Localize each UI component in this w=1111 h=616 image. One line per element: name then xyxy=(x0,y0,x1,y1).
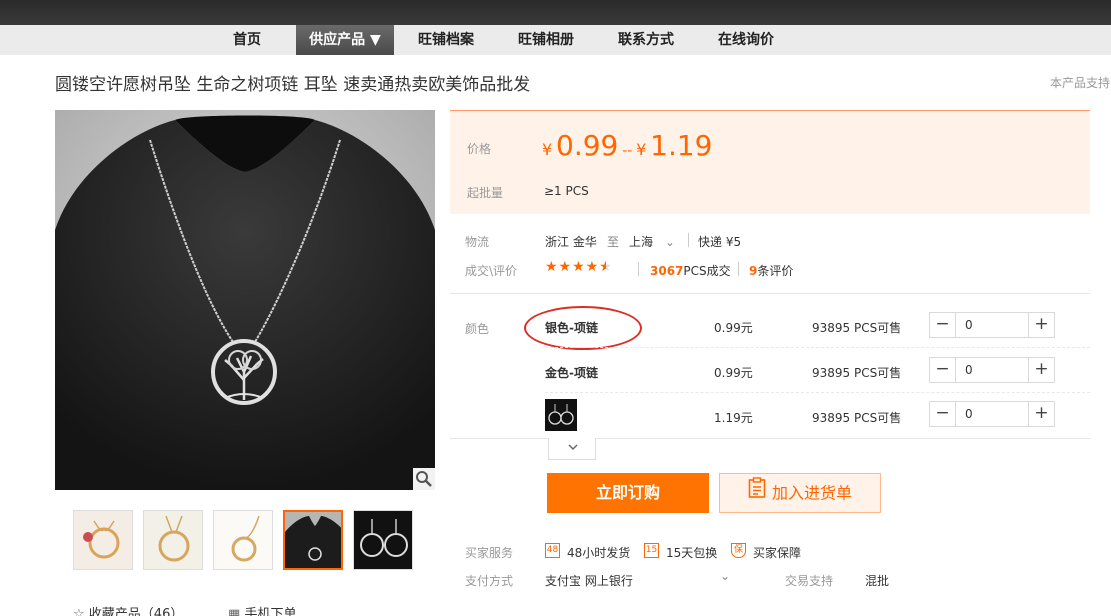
minus-button[interactable]: − xyxy=(930,358,956,382)
quantity-stepper: − + xyxy=(929,312,1055,338)
express-fee: 快递 ¥5 xyxy=(698,235,742,249)
thumbnail-2[interactable] xyxy=(143,510,203,570)
sold-count: 3067PCS成交 xyxy=(650,262,731,279)
add-to-cart-button[interactable]: 加入进货单 xyxy=(719,473,881,513)
nav-contact[interactable]: 联系方式 xyxy=(610,25,682,55)
chevron-down-icon xyxy=(568,444,578,451)
separator xyxy=(638,262,639,276)
chevron-down-icon: ⌄ xyxy=(664,235,675,249)
buy-now-button[interactable]: 立即订购 xyxy=(547,473,709,513)
service-protection[interactable]: 买家保障 xyxy=(753,544,801,561)
variant-image-earrings[interactable] xyxy=(545,399,577,431)
separator xyxy=(688,233,689,247)
qr-code-icon: ▦ xyxy=(228,607,241,616)
thumbnail-5[interactable] xyxy=(353,510,413,570)
annotation-circle xyxy=(524,306,642,350)
logistics-from: 浙江 金华 xyxy=(545,235,597,249)
thumbnail-1[interactable] xyxy=(73,510,133,570)
48h-shipping-icon: 48 xyxy=(545,543,560,558)
mobile-order-label: 手机下单 xyxy=(244,607,297,616)
star-outline-icon: ☆ xyxy=(73,607,85,616)
top-bar xyxy=(0,0,1111,25)
variant-price: 0.99元 xyxy=(714,366,753,380)
zoom-icon[interactable] xyxy=(413,468,435,490)
currency-symbol: ¥ xyxy=(636,140,647,159)
deals-label: 成交\评价 xyxy=(465,264,518,278)
price-separator: -- xyxy=(622,143,633,159)
logistics-destination[interactable]: 上海 ⌄ xyxy=(629,233,675,250)
nav-products[interactable]: 供应产品 ▼ xyxy=(296,25,394,55)
payment-label: 支付方式 xyxy=(465,574,514,588)
variant-stock: 93895 PCS可售 xyxy=(812,321,902,335)
chevron-down-icon[interactable]: ⌄ xyxy=(720,569,730,583)
quantity-input[interactable] xyxy=(957,313,1027,337)
logistics-to-word: 至 xyxy=(607,235,620,249)
logistics-label: 物流 xyxy=(465,235,490,249)
moq-value: ≥1 PCS xyxy=(544,184,589,198)
thumbnail-4-selected[interactable] xyxy=(283,510,343,570)
necklace-photo xyxy=(55,110,435,490)
trade-support-label: 交易支持 xyxy=(785,574,834,588)
minus-button[interactable]: − xyxy=(930,313,956,337)
section-divider xyxy=(450,438,1090,439)
section-divider xyxy=(450,293,1090,294)
color-label: 颜色 xyxy=(465,322,490,336)
clipboard-icon xyxy=(748,475,766,513)
half-star-icon: ★★ xyxy=(599,259,613,275)
quantity-input[interactable] xyxy=(957,358,1027,382)
favorite-label: 收藏产品（46） xyxy=(88,607,184,616)
service-15day[interactable]: 15天包换 xyxy=(666,544,717,561)
plus-button[interactable]: + xyxy=(1028,313,1054,337)
variant-price: 1.19元 xyxy=(714,411,753,425)
separator xyxy=(738,262,739,276)
nav-shop-album[interactable]: 旺铺相册 xyxy=(509,25,583,55)
moq-label: 起批量 xyxy=(467,186,504,200)
nav-inquiry[interactable]: 在线询价 xyxy=(709,25,783,55)
product-title: 圆镂空许愿树吊坠 生命之树项链 耳坠 速卖通热卖欧美饰品批发 xyxy=(55,75,531,95)
support-text: 本产品支持 xyxy=(1050,76,1111,90)
payment-methods: 支付宝 网上银行 xyxy=(545,574,633,588)
price-max: 1.19 xyxy=(650,129,713,162)
thumbnail-3[interactable] xyxy=(213,510,273,570)
price-box: 价格 ¥ 0.99 -- ¥ 1.19 起批量 ≥1 PCS xyxy=(450,110,1090,214)
favorite-link[interactable]: ☆ 收藏产品（46） xyxy=(73,603,183,616)
variant-stock: 93895 PCS可售 xyxy=(812,366,902,380)
destination-value: 上海 xyxy=(629,235,654,249)
nav-bar: 首页 供应产品 ▼ 旺铺档案 旺铺相册 联系方式 在线询价 xyxy=(0,25,1111,55)
row-divider xyxy=(545,347,1090,348)
main-product-image[interactable] xyxy=(55,110,435,490)
quantity-input[interactable] xyxy=(957,402,1027,426)
add-to-cart-label: 加入进货单 xyxy=(771,483,852,503)
15-day-exchange-icon: 15 xyxy=(644,543,659,558)
variant-price: 0.99元 xyxy=(714,321,753,335)
rating-stars: ★★★★★★ xyxy=(545,259,613,275)
plus-button[interactable]: + xyxy=(1028,358,1054,382)
shield-icon: 保 xyxy=(731,543,746,558)
service-48h[interactable]: 48小时发货 xyxy=(567,544,630,561)
price-min: 0.99 xyxy=(556,129,619,162)
services-label: 买家服务 xyxy=(465,546,514,560)
price-label: 价格 xyxy=(467,142,492,156)
currency-symbol: ¥ xyxy=(542,140,553,159)
nav-shop-profile[interactable]: 旺铺档案 xyxy=(410,25,482,55)
review-unit: 条评价 xyxy=(757,264,794,278)
nav-home[interactable]: 首页 xyxy=(216,25,278,55)
row-divider xyxy=(545,392,1090,393)
quantity-stepper: − + xyxy=(929,357,1055,383)
sold-unit: PCS成交 xyxy=(683,264,731,278)
variant-stock: 93895 PCS可售 xyxy=(812,411,902,425)
minus-button[interactable]: − xyxy=(930,402,956,426)
trade-support-value: 混批 xyxy=(865,574,890,588)
expand-variants-button[interactable] xyxy=(548,438,596,460)
variant-name: 金色-项链 xyxy=(545,366,598,380)
review-count[interactable]: 9条评价 xyxy=(749,262,793,279)
mobile-order-link[interactable]: ▦ 手机下单 xyxy=(228,603,296,616)
sold-number: 3067 xyxy=(650,264,684,278)
price-range: ¥ 0.99 -- ¥ 1.19 xyxy=(542,129,712,162)
quantity-stepper: − + xyxy=(929,401,1055,427)
plus-button[interactable]: + xyxy=(1028,402,1054,426)
